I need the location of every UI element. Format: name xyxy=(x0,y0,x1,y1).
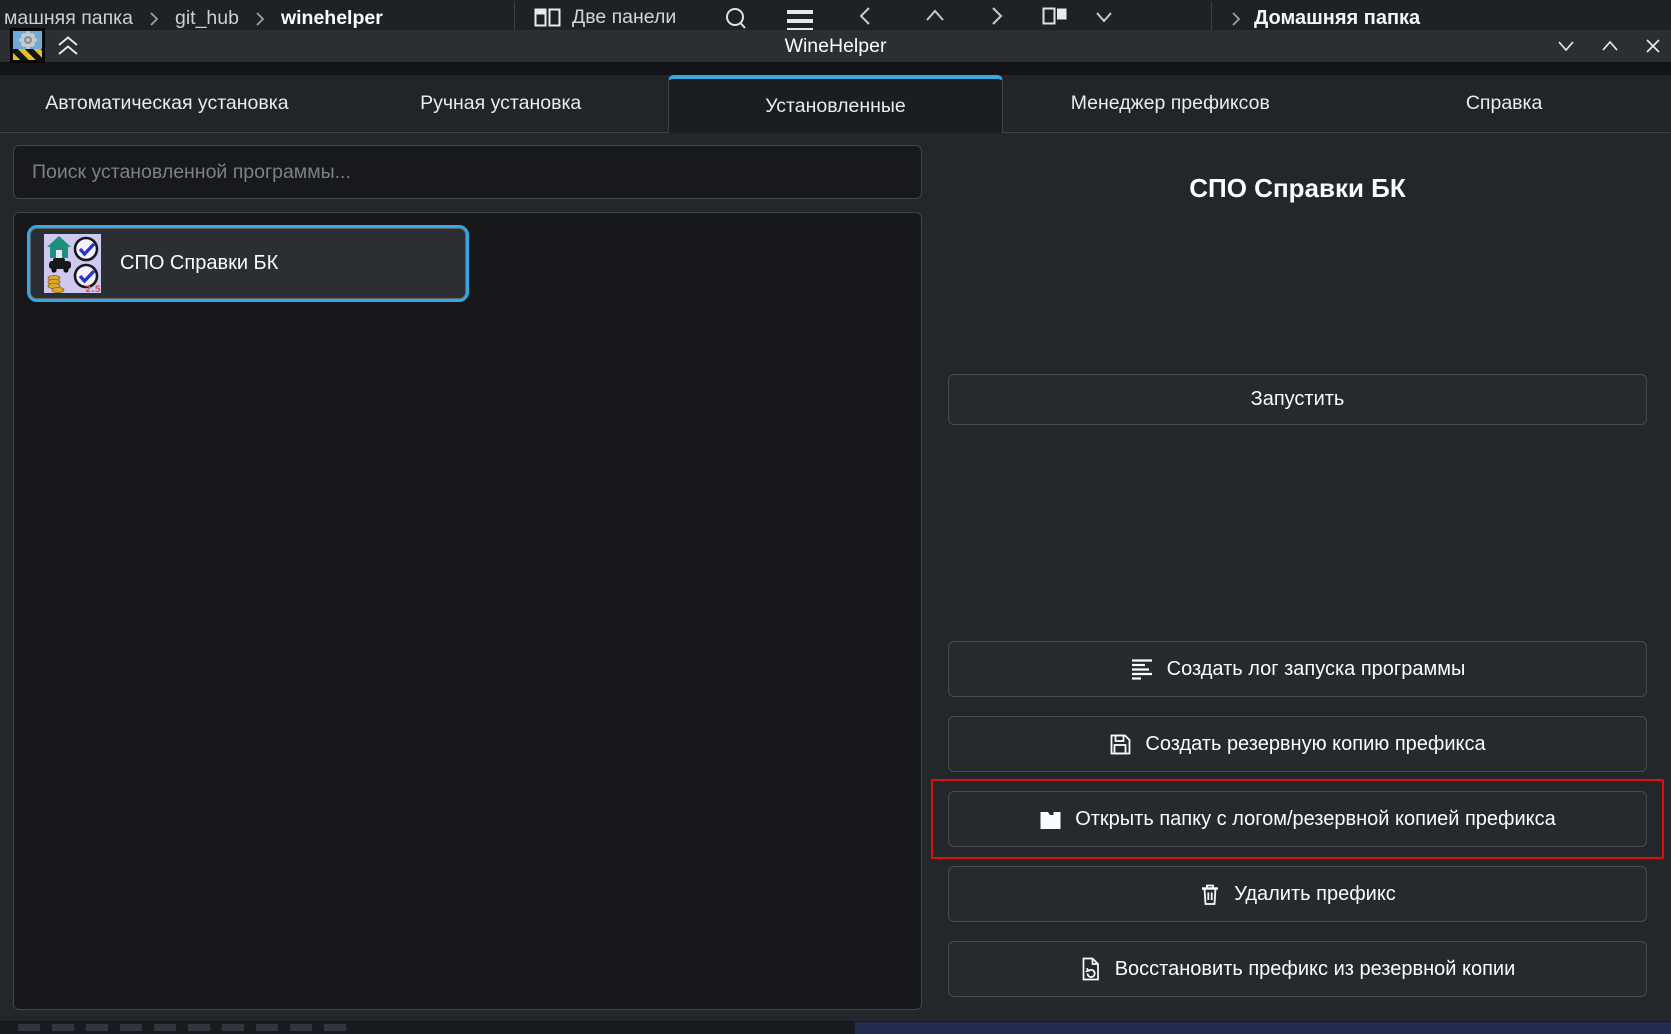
tab-prefix-manager[interactable]: Менеджер префиксов xyxy=(1003,75,1337,132)
chevron-right-icon xyxy=(255,11,265,27)
dual-pane-label: Две панели xyxy=(572,6,676,29)
dual-pane-icon xyxy=(534,8,561,27)
background-window-edge xyxy=(855,1022,1671,1034)
chevron-left-icon[interactable] xyxy=(858,6,872,26)
run-button-label: Запустить xyxy=(1251,388,1345,411)
breadcrumb-item-github[interactable]: git_hub xyxy=(175,7,239,30)
list-item-spo-spravki-bk[interactable]: 2.5 СПО Справки БК xyxy=(27,225,469,302)
breadcrumb-item-winehelper[interactable]: winehelper xyxy=(281,7,383,30)
open-log-backup-folder-button[interactable]: Открыть папку с логом/резервной копией п… xyxy=(948,791,1647,847)
chevron-right-nav-icon[interactable] xyxy=(990,6,1004,26)
create-log-button[interactable]: Создать лог запуска программы xyxy=(948,641,1647,697)
spo-spravki-bk-app-icon: 2.5 xyxy=(44,234,101,293)
tab-bar: Автоматическая установка Ручная установк… xyxy=(0,75,1671,133)
program-detail-panel: СПО Справки БК Запустить Созда xyxy=(948,133,1647,1021)
chevron-right-icon xyxy=(149,11,159,27)
winehelper-window: WineHelper Автоматическая установка Ручн… xyxy=(0,30,1671,1022)
restore-prefix-label: Восстановить префикс из резервной копии xyxy=(1115,958,1516,981)
titlebar-tab-gap xyxy=(0,62,1671,75)
run-button[interactable]: Запустить xyxy=(948,374,1647,425)
search-input[interactable] xyxy=(13,145,922,199)
minimize-button[interactable] xyxy=(1557,39,1575,53)
tab-installed[interactable]: Установленные xyxy=(668,75,1004,133)
breadcrumb-item-home[interactable]: машняя папка xyxy=(4,7,133,30)
search-icon[interactable] xyxy=(724,7,748,30)
tab-auto-install[interactable]: Автоматическая установка xyxy=(0,75,334,132)
chevron-down-icon[interactable] xyxy=(1095,11,1113,23)
chevron-up-icon[interactable] xyxy=(925,8,945,22)
chevron-right-icon xyxy=(1231,11,1241,27)
create-backup-label: Создать резервную копию префикса xyxy=(1145,733,1485,756)
maximize-button[interactable] xyxy=(1601,39,1619,53)
program-title: СПО Справки БК xyxy=(948,173,1647,204)
hamburger-menu-icon[interactable] xyxy=(786,9,814,30)
background-terminal-text-remnant xyxy=(18,1024,348,1031)
close-button[interactable] xyxy=(1645,38,1661,54)
window-title: WineHelper xyxy=(0,30,1671,62)
tab-help[interactable]: Справка xyxy=(1337,75,1671,132)
dual-pane-button[interactable]: Две панели xyxy=(534,6,676,29)
create-log-label: Создать лог запуска программы xyxy=(1167,658,1466,681)
delete-prefix-label: Удалить префикс xyxy=(1234,883,1396,906)
open-folder-label: Открыть папку с логом/резервной копией п… xyxy=(1075,808,1556,831)
toolbar-separator xyxy=(514,2,515,30)
restore-backup-icon xyxy=(1080,957,1102,981)
open-folder-icon xyxy=(1039,809,1062,830)
prefix-actions: Создать лог запуска программы Создать ре… xyxy=(948,641,1647,997)
tab-manual-install[interactable]: Ручная установка xyxy=(334,75,668,132)
svg-text:2.5: 2.5 xyxy=(85,285,101,293)
screen: машняя папка git_hub winehelper Две пане… xyxy=(0,0,1671,1034)
breadcrumb-item-home-right[interactable]: Домашняя папка xyxy=(1254,7,1420,30)
right-pane-breadcrumb: Домашняя папка xyxy=(1231,7,1420,30)
trash-icon xyxy=(1199,883,1221,906)
background-file-manager-toolbar: машняя папка git_hub winehelper Две пане… xyxy=(0,0,1671,30)
highlight-rectangle: Открыть папку с логом/резервной копией п… xyxy=(931,779,1664,859)
delete-prefix-button[interactable]: Удалить префикс xyxy=(948,866,1647,922)
list-item-label: СПО Справки БК xyxy=(120,252,278,275)
background-bottom-strip xyxy=(0,1022,1671,1034)
split-view-icon[interactable] xyxy=(1042,7,1068,27)
installed-programs-list: 2.5 СПО Справки БК xyxy=(13,212,922,1010)
restore-prefix-button[interactable]: Восстановить префикс из резервной копии xyxy=(948,941,1647,997)
log-lines-icon xyxy=(1130,657,1154,681)
create-backup-button[interactable]: Создать резервную копию префикса xyxy=(948,716,1647,772)
toolbar-separator xyxy=(1211,2,1212,30)
installed-tab-content: 2.5 СПО Справки БК СПО Справки БК Запуст… xyxy=(0,133,1671,1021)
save-floppy-icon xyxy=(1109,733,1132,756)
breadcrumb: машняя папка git_hub winehelper xyxy=(4,7,383,30)
titlebar[interactable]: WineHelper xyxy=(0,30,1671,62)
